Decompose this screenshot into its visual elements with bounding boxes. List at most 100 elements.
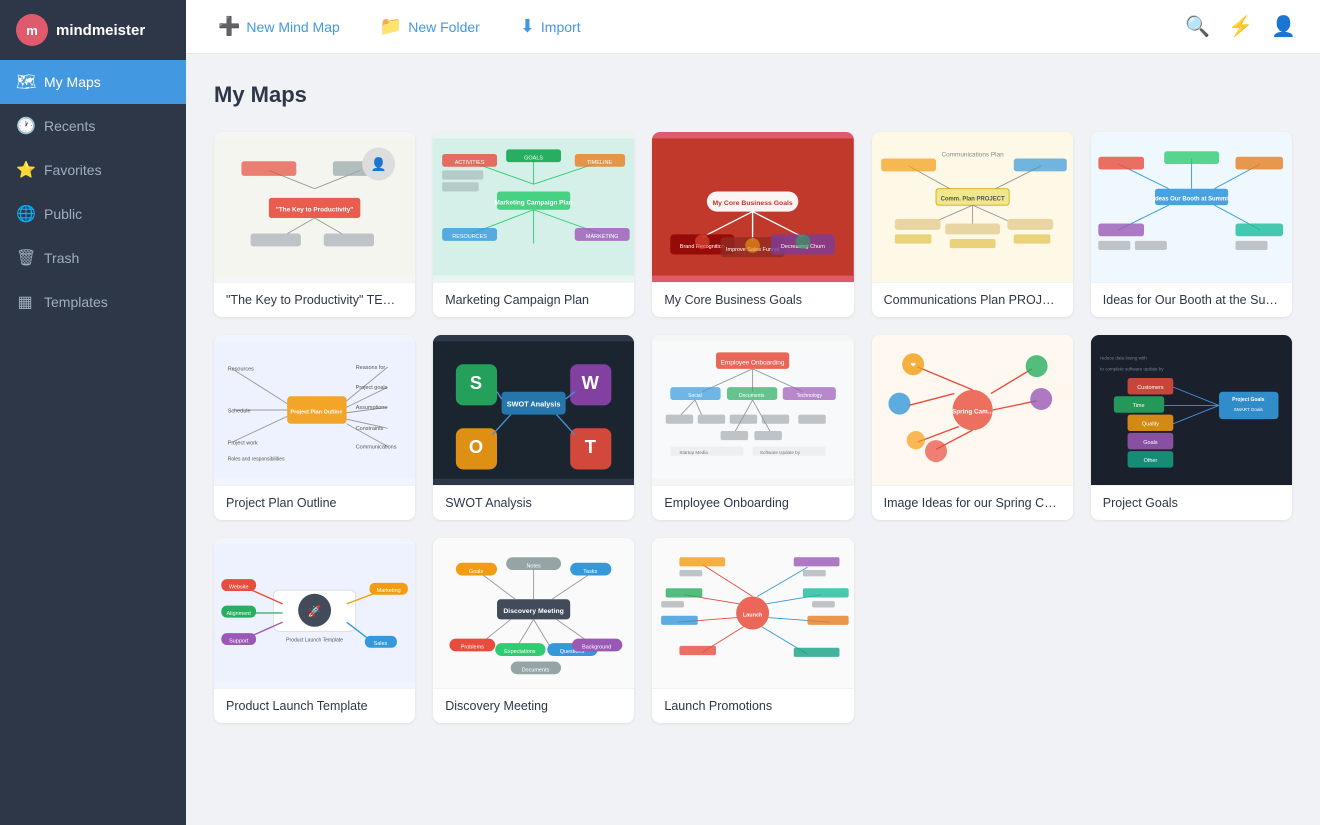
sidebar-item-recents[interactable]: 🕐 Recents (0, 104, 186, 148)
map-card-booth[interactable]: Ideas Our Booth at Summit (1091, 132, 1292, 317)
map-card-swot[interactable]: SWOT Analysis S W O T (433, 335, 634, 520)
map-card-business[interactable]: My Core Business Goals Brand Recognition… (652, 132, 853, 317)
card-thumbnail: "The Key to Productivity" 👤 (214, 132, 415, 282)
svg-text:Comm. Plan PROJECT: Comm. Plan PROJECT (940, 197, 1004, 203)
map-card-comms[interactable]: Communications Plan Comm. Plan PROJECT (872, 132, 1073, 317)
svg-text:🚀: 🚀 (308, 605, 322, 618)
map-card-onboarding[interactable]: Employee Onboarding Social Documents Tec… (652, 335, 853, 520)
svg-text:❤: ❤ (910, 362, 915, 369)
sidebar-item-label: Recents (44, 118, 95, 134)
topbar-right: 🔍 ⚡ 👤 (1185, 14, 1296, 39)
svg-text:ACTIVITIES: ACTIVITIES (455, 160, 485, 166)
svg-text:Notes: Notes (527, 563, 542, 569)
map-card-marketing[interactable]: Marketing Campaign Plan ACTIVITIES GOALS… (433, 132, 634, 317)
svg-text:Employee Onboarding: Employee Onboarding (721, 359, 785, 366)
map-card-product[interactable]: 🚀 Product Launch Template Website Alignm… (214, 538, 415, 723)
search-icon[interactable]: 🔍 (1185, 14, 1210, 39)
svg-text:SMART Goals: SMART Goals (1234, 407, 1264, 412)
svg-text:Marketing: Marketing (377, 588, 401, 594)
svg-text:Problems: Problems (461, 645, 484, 651)
svg-text:Alignment: Alignment (227, 611, 252, 617)
public-icon: 🌐 (16, 204, 34, 224)
svg-text:S: S (470, 372, 482, 393)
user-avatar[interactable]: 👤 (1271, 14, 1296, 39)
card-label: Launch Promotions (652, 688, 853, 723)
plus-icon: ➕ (218, 16, 240, 37)
sidebar-item-label: My Maps (44, 74, 101, 90)
svg-text:Spring Cam...: Spring Cam... (952, 409, 993, 416)
svg-text:Startup Media: Startup Media (680, 450, 709, 455)
svg-text:"The Key to Productivity": "The Key to Productivity" (276, 207, 353, 214)
card-thumbnail: 🚀 Product Launch Template Website Alignm… (214, 538, 415, 688)
card-thumbnail: Project Plan Outline Resources Schedule … (214, 335, 415, 485)
svg-text:Time: Time (1132, 403, 1144, 409)
favorites-icon: ⭐ (16, 160, 34, 180)
card-label: Discovery Meeting (433, 688, 634, 723)
new-mind-map-label: New Mind Map (246, 19, 339, 35)
sidebar: m mindmeister 🗺 My Maps 🕐 Recents ⭐ Favo… (0, 0, 186, 825)
map-card-launch[interactable]: Launch (652, 538, 853, 723)
svg-text:Goals: Goals (469, 569, 484, 575)
map-card-project-plan[interactable]: Project Plan Outline Resources Schedule … (214, 335, 415, 520)
svg-text:Support: Support (229, 638, 249, 644)
card-label: Product Launch Template (214, 688, 415, 723)
svg-text:Technology: Technology (797, 393, 823, 399)
new-mind-map-button[interactable]: ➕ New Mind Map (210, 10, 348, 43)
sidebar-item-my-maps[interactable]: 🗺 My Maps (0, 60, 186, 104)
svg-text:Other: Other (1143, 458, 1157, 464)
new-folder-label: New Folder (408, 19, 480, 35)
card-label: Marketing Campaign Plan (433, 282, 634, 317)
svg-text:to complete software update by: to complete software update by (1100, 367, 1164, 372)
card-label: "The Key to Productivity" TEDxVi... (214, 282, 415, 317)
new-folder-button[interactable]: 📁 New Folder (372, 10, 488, 43)
svg-text:Project Goals: Project Goals (1232, 397, 1265, 403)
recents-icon: 🕐 (16, 116, 34, 136)
svg-text:Roles and responsibilities: Roles and responsibilities (228, 456, 285, 462)
maps-grid: "The Key to Productivity" 👤 " (214, 132, 1292, 723)
map-card-spring[interactable]: Spring Cam... ❤ (872, 335, 1073, 520)
topbar: ➕ New Mind Map 📁 New Folder ⬇ Import 🔍 ⚡… (186, 0, 1320, 54)
card-thumbnail: Marketing Campaign Plan ACTIVITIES GOALS… (433, 132, 634, 282)
templates-icon: ▦ (16, 292, 34, 312)
svg-text:Reasons for: Reasons for (356, 365, 386, 371)
map-card-productivity[interactable]: "The Key to Productivity" 👤 " (214, 132, 415, 317)
svg-text:reduce data losing with: reduce data losing with (1100, 356, 1147, 361)
card-thumbnail: Spring Cam... ❤ (872, 335, 1073, 485)
card-thumbnail: SWOT Analysis S W O T (433, 335, 634, 485)
folder-icon: 📁 (380, 16, 402, 37)
sidebar-item-label: Public (44, 206, 82, 222)
activity-icon[interactable]: ⚡ (1228, 14, 1253, 39)
svg-text:RESOURCES: RESOURCES (452, 234, 487, 240)
svg-text:Background: Background (582, 645, 611, 651)
card-label: My Core Business Goals (652, 282, 853, 317)
map-card-discovery[interactable]: Discovery Meeting Goals Notes Task (433, 538, 634, 723)
import-button[interactable]: ⬇ Import (512, 10, 589, 43)
svg-text:TIMELINE: TIMELINE (587, 160, 613, 166)
card-thumbnail: Project Goals SMART Goals Customers Time… (1091, 335, 1292, 485)
sidebar-item-templates[interactable]: ▦ Templates (0, 280, 186, 324)
main-area: ➕ New Mind Map 📁 New Folder ⬇ Import 🔍 ⚡… (186, 0, 1320, 825)
svg-text:W: W (582, 372, 600, 393)
sidebar-item-public[interactable]: 🌐 Public (0, 192, 186, 236)
sidebar-item-favorites[interactable]: ⭐ Favorites (0, 148, 186, 192)
map-card-goals[interactable]: Project Goals SMART Goals Customers Time… (1091, 335, 1292, 520)
svg-text:Website: Website (229, 584, 249, 590)
card-thumbnail: My Core Business Goals Brand Recognition… (652, 132, 853, 282)
svg-text:SWOT Analysis: SWOT Analysis (507, 399, 561, 408)
svg-text:O: O (469, 436, 483, 457)
sidebar-item-trash[interactable]: 🗑 Trash (0, 236, 186, 280)
card-thumbnail: Ideas Our Booth at Summit (1091, 132, 1292, 282)
svg-text:Communications Plan: Communications Plan (941, 152, 1004, 159)
svg-text:Quality: Quality (1142, 422, 1159, 428)
card-label: Communications Plan PROJECT ... (872, 282, 1073, 317)
svg-text:Communications: Communications (356, 444, 397, 450)
card-thumbnail: Communications Plan Comm. Plan PROJECT (872, 132, 1073, 282)
my-maps-icon: 🗺 (16, 72, 34, 92)
card-label: SWOT Analysis (433, 485, 634, 520)
card-label: Ideas for Our Booth at the Summit (1091, 282, 1292, 317)
svg-text:MARKETING: MARKETING (586, 234, 619, 240)
svg-text:Sales: Sales (374, 641, 388, 647)
svg-text:Social: Social (689, 393, 703, 399)
svg-text:Assumptions: Assumptions (356, 405, 388, 411)
svg-text:My Core Business Goals: My Core Business Goals (713, 200, 793, 207)
